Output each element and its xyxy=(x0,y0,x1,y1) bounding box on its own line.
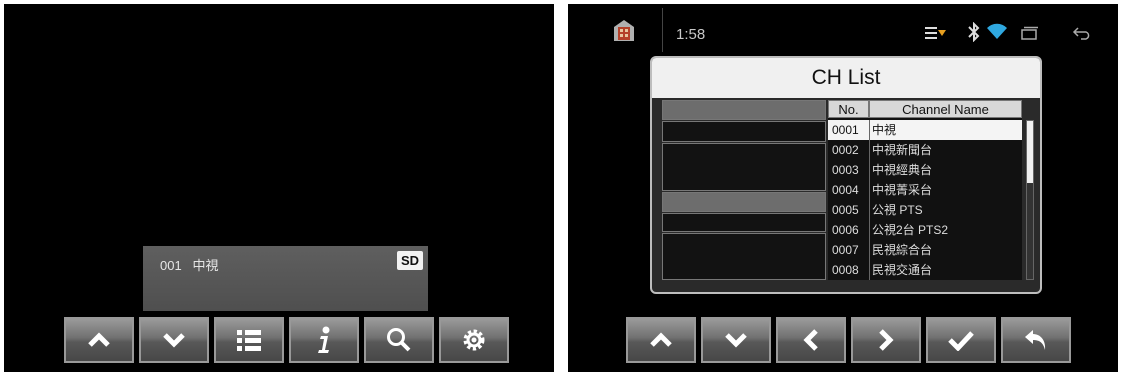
channel-info: 001 中視 xyxy=(160,255,219,274)
recent-apps-icon[interactable] xyxy=(1021,26,1039,40)
sd-badge: SD xyxy=(396,251,423,270)
back-icon[interactable] xyxy=(1072,26,1092,40)
channel-name: 民視綜合台 xyxy=(869,240,1022,260)
channel-name: 中視經典台 xyxy=(869,160,1022,180)
return-button[interactable] xyxy=(1001,317,1071,363)
channel-list-button[interactable] xyxy=(214,317,284,363)
channel-no: 0005 xyxy=(832,203,859,217)
wifi-icon[interactable] xyxy=(987,22,1007,40)
channel-no: 0002 xyxy=(832,143,859,157)
bluetooth-icon[interactable] xyxy=(968,22,980,42)
channel-row[interactable]: 0005 公視 PTS xyxy=(828,200,1022,220)
group-list xyxy=(662,100,826,280)
channel-no: 0003 xyxy=(832,163,859,177)
channel-name: 中視菁采台 xyxy=(869,180,1022,200)
channel-no: 0001 xyxy=(832,123,859,137)
channel-name: 中視 xyxy=(869,120,1022,140)
group-row[interactable] xyxy=(662,233,826,280)
up-button[interactable] xyxy=(64,317,134,363)
channel-name: 中視 xyxy=(192,258,219,273)
clock: 1:58 xyxy=(676,26,706,43)
channel-no: 0008 xyxy=(832,263,859,277)
channel-no: 0007 xyxy=(832,243,859,257)
down-arrow-icon xyxy=(725,333,747,348)
channel-row[interactable]: 0002 中視新聞台 xyxy=(828,140,1022,160)
left-button[interactable] xyxy=(776,317,846,363)
channel-no: 0006 xyxy=(832,223,859,237)
channel-name: 公視 PTS xyxy=(869,200,1022,220)
channel-name: 公視2台 PTS2 xyxy=(869,220,1022,240)
info-icon xyxy=(318,326,330,353)
down-button[interactable] xyxy=(701,317,771,363)
menu-icon[interactable] xyxy=(925,26,947,40)
channel-row[interactable]: 0001 中視 xyxy=(828,120,1022,140)
channel-list-panel: CH List No. Channel Name 0001 中視 0002 中視… xyxy=(650,56,1042,294)
status-divider xyxy=(662,8,663,52)
channel-name: 民視交通台 xyxy=(869,260,1022,280)
channel-info-bar: 001 中視 SD xyxy=(143,246,428,311)
channel-row[interactable]: 0004 中視菁采台 xyxy=(828,180,1022,200)
channel-name: 中視新聞台 xyxy=(869,140,1022,160)
channel-no: 0004 xyxy=(832,183,859,197)
info-button[interactable] xyxy=(289,317,359,363)
right-screen: 1:58 CH List No. Channel Name 0001 中視 00… xyxy=(568,4,1118,372)
left-screen: 001 中視 SD xyxy=(4,4,554,372)
up-arrow-icon xyxy=(650,332,672,347)
column-header-channel-name: Channel Name xyxy=(869,100,1022,118)
up-arrow-icon xyxy=(88,332,110,347)
right-button[interactable] xyxy=(851,317,921,363)
channel-table: No. Channel Name 0001 中視 0002 中視新聞台 0003… xyxy=(828,100,1022,280)
channel-number: 001 xyxy=(160,258,182,273)
search-icon xyxy=(387,328,411,352)
group-row[interactable] xyxy=(662,121,826,142)
settings-button[interactable] xyxy=(439,317,509,363)
channel-row[interactable]: 0008 民視交通台 xyxy=(828,260,1022,280)
panel-title: CH List xyxy=(652,58,1040,98)
column-header-no: No. xyxy=(828,100,869,118)
left-control-bar xyxy=(4,317,554,363)
status-bar: 1:58 xyxy=(568,4,1118,58)
group-row[interactable] xyxy=(662,213,826,232)
right-control-bar xyxy=(568,317,1118,363)
return-icon xyxy=(1025,330,1046,350)
down-button[interactable] xyxy=(139,317,209,363)
down-arrow-icon xyxy=(163,333,185,348)
group-row[interactable] xyxy=(662,143,826,191)
channel-row[interactable]: 0006 公視2台 PTS2 xyxy=(828,220,1022,240)
channel-row[interactable]: 0003 中視經典台 xyxy=(828,160,1022,180)
up-button[interactable] xyxy=(626,317,696,363)
search-button[interactable] xyxy=(364,317,434,363)
right-arrow-icon xyxy=(879,329,894,351)
group-row[interactable] xyxy=(662,192,826,212)
group-row[interactable] xyxy=(662,100,826,120)
check-icon xyxy=(948,331,974,351)
settings-icon xyxy=(463,329,485,351)
left-arrow-icon xyxy=(803,329,818,351)
list-icon xyxy=(237,330,261,351)
home-icon[interactable] xyxy=(612,18,636,42)
channel-scrollbar[interactable] xyxy=(1026,120,1034,280)
confirm-button[interactable] xyxy=(926,317,996,363)
scroll-thumb[interactable] xyxy=(1027,121,1033,183)
channel-row[interactable]: 0007 民視綜合台 xyxy=(828,240,1022,260)
